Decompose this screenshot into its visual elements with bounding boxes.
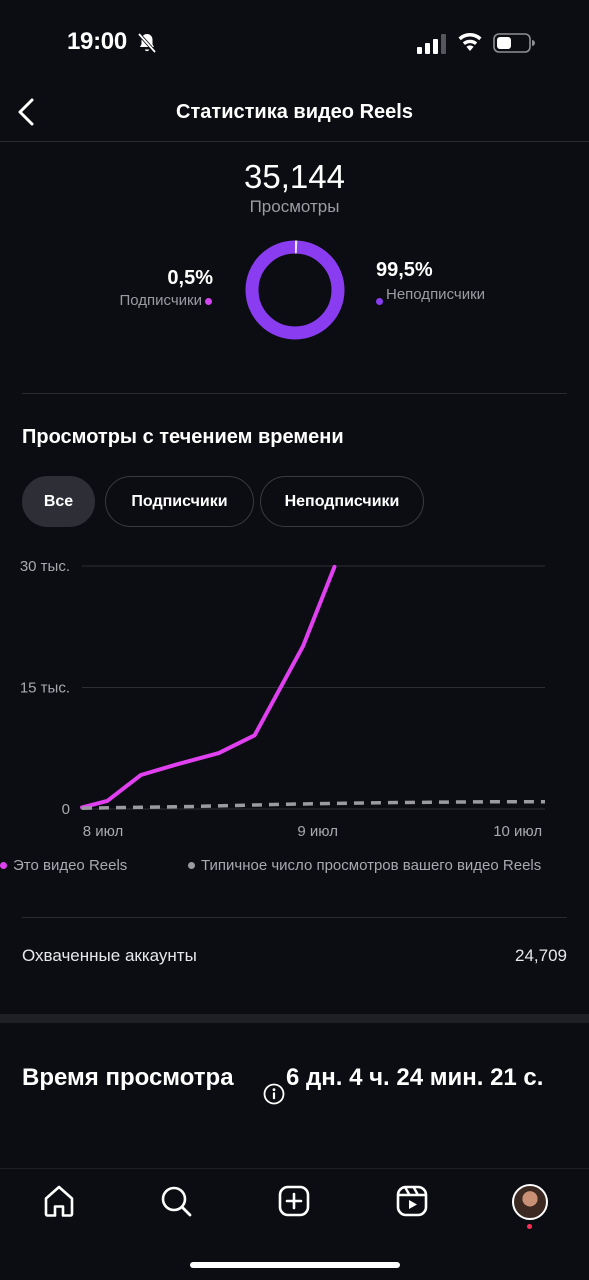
profile-avatar[interactable] bbox=[512, 1184, 548, 1220]
home-icon[interactable] bbox=[41, 1183, 77, 1219]
y-tick-label: 30 тыс. bbox=[20, 558, 70, 575]
x-tick-label: 10 июл bbox=[493, 823, 542, 840]
wifi-icon bbox=[458, 33, 482, 51]
page-title: Статистика видео Reels bbox=[176, 101, 413, 123]
x-tick-label: 8 июл bbox=[83, 823, 124, 840]
create-icon[interactable] bbox=[276, 1183, 312, 1219]
x-tick-label: 9 июл bbox=[297, 823, 338, 840]
watch-time-title: Время просмотра bbox=[22, 1064, 234, 1091]
legend-dot-typical bbox=[188, 862, 195, 869]
bell-slash-icon bbox=[137, 32, 157, 54]
section-divider bbox=[22, 393, 567, 394]
home-indicator bbox=[190, 1262, 400, 1268]
legend-label-this-reel: Это видео Reels bbox=[13, 857, 128, 874]
filter-chip-all[interactable]: Все bbox=[22, 476, 95, 527]
y-tick-label: 0 bbox=[62, 801, 70, 818]
subscribers-percent: 0,5% bbox=[167, 267, 213, 289]
legend-label-typical: Типичное число просмотров вашего видео R… bbox=[201, 857, 542, 874]
battery-icon bbox=[493, 33, 535, 53]
accounts-reached-value: 24,709 bbox=[515, 946, 567, 965]
info-icon[interactable] bbox=[263, 1083, 285, 1105]
series-line-typical bbox=[81, 799, 545, 810]
y-tick-label: 15 тыс. bbox=[20, 680, 70, 697]
views-line-chart: 30 тыс. 15 тыс. 0 8 июл 9 июл 10 июл bbox=[20, 558, 545, 840]
legend-item-typical: Типичное число просмотров вашего видео R… bbox=[188, 857, 541, 874]
total-views-label: Просмотры bbox=[249, 197, 340, 216]
legend-dot-this-reel bbox=[0, 862, 7, 869]
section-divider bbox=[22, 917, 567, 918]
filter-chip-nonsubscribers[interactable]: Неподписчики bbox=[260, 476, 424, 527]
audience-donut-chart bbox=[245, 240, 345, 340]
nonsubscribers-percent: 99,5% bbox=[376, 259, 433, 281]
accounts-reached-label: Охваченные аккаунты bbox=[22, 946, 197, 965]
reels-icon[interactable] bbox=[394, 1183, 430, 1219]
donut-nonsubscribers-arc bbox=[245, 240, 345, 340]
subscribers-color-dot bbox=[205, 298, 212, 305]
watch-time-value: 6 дн. 4 ч. 24 мин. 21 с. bbox=[286, 1064, 544, 1091]
cellular-signal-icon bbox=[417, 34, 446, 54]
views-over-time-title: Просмотры с течением времени bbox=[22, 426, 344, 448]
section-separator bbox=[0, 1014, 589, 1023]
subscribers-label: Подписчики bbox=[119, 292, 202, 309]
legend-item-this-reel: Это видео Reels bbox=[0, 857, 127, 874]
header-divider bbox=[0, 141, 589, 142]
notification-dot bbox=[527, 1224, 532, 1229]
nonsubscribers-label: Неподписчики bbox=[386, 286, 486, 303]
filter-chip-subscribers[interactable]: Подписчики bbox=[105, 476, 254, 527]
total-views: 35,144 bbox=[244, 158, 345, 195]
status-time: 19:00 bbox=[67, 28, 127, 55]
search-icon[interactable] bbox=[158, 1183, 194, 1219]
nonsubscribers-color-dot bbox=[376, 298, 383, 305]
